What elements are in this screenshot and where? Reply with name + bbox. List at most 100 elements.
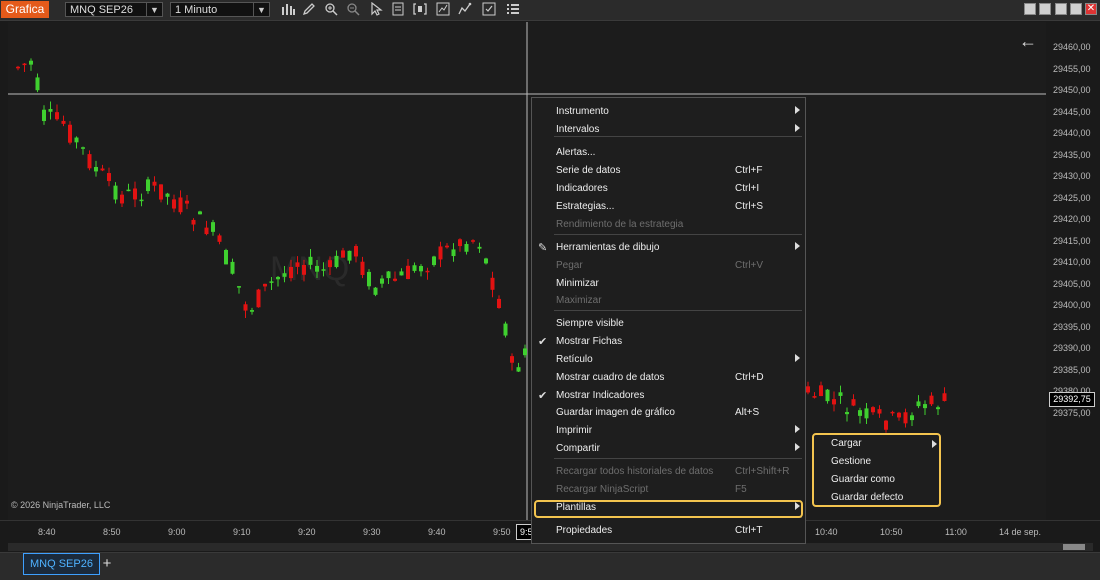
chart-toolbar: Grafica MNQ SEP26 ▼ 1 Minuto ▼ ✕ xyxy=(0,0,1100,21)
chart-tab[interactable]: MNQ SEP26 xyxy=(23,553,100,575)
candle-body xyxy=(217,235,222,242)
scrollbar-thumb[interactable] xyxy=(1063,544,1085,550)
pencil-icon[interactable] xyxy=(301,2,317,18)
candle-body xyxy=(191,219,196,225)
current-price-label: 29392,75 xyxy=(1049,392,1095,407)
restore-icon[interactable] xyxy=(1055,3,1067,15)
menu-item-guardar-imagen-de-gráfico[interactable]: Guardar imagen de gráfico Alt+S xyxy=(532,405,805,422)
candle-body xyxy=(354,246,358,257)
menu-item-shortcut: Alt+S xyxy=(735,407,760,418)
candle-body xyxy=(393,278,397,281)
cursor-icon[interactable] xyxy=(368,1,384,18)
candle-body xyxy=(425,270,430,273)
candle-body xyxy=(386,271,391,279)
candle-body xyxy=(295,262,300,267)
submenu-item-gestione[interactable]: Gestione xyxy=(814,454,939,471)
menu-item-instrumento[interactable]: Instrumento xyxy=(532,104,805,121)
interval-selector[interactable]: 1 Minuto ▼ xyxy=(170,2,270,17)
bracket-icon[interactable] xyxy=(412,2,428,18)
candle-body xyxy=(380,278,384,284)
candle-body xyxy=(321,269,326,271)
template-icon[interactable] xyxy=(481,2,497,18)
menu-item-mostrar-indicadores[interactable]: ✔ Mostrar Indicadores xyxy=(532,388,805,405)
time-tick-label: 8:40 xyxy=(38,527,56,537)
menu-item-shortcut: Ctrl+D xyxy=(735,372,764,383)
candle-body xyxy=(146,179,150,192)
menu-item-mostrar-cuadro-de-datos[interactable]: Mostrar cuadro de datos Ctrl+D xyxy=(532,370,805,387)
candle-body xyxy=(243,304,248,311)
price-tick-label: 29450,00 xyxy=(1053,85,1091,95)
menu-item-siempre-visible[interactable]: Siempre visible xyxy=(532,316,805,333)
candle-body xyxy=(360,261,365,275)
chevron-right-icon xyxy=(932,440,937,448)
candle-body xyxy=(237,286,241,288)
menu-item-estrategias[interactable]: Estrategias... Ctrl+S xyxy=(532,199,805,216)
time-tick-label: 8:50 xyxy=(103,527,121,537)
chevron-right-icon xyxy=(795,354,800,362)
price-axis[interactable] xyxy=(1046,22,1100,520)
instrument-selector[interactable]: MNQ SEP26 ▼ xyxy=(65,2,163,17)
menu-separator xyxy=(554,234,802,235)
horizontal-scrollbar[interactable] xyxy=(8,543,1093,551)
menu-item-minimizar[interactable]: Minimizar xyxy=(532,276,805,293)
candle-body xyxy=(282,273,287,277)
bar-chart-icon[interactable] xyxy=(280,2,296,18)
zoom-in-icon[interactable] xyxy=(323,2,339,18)
data-box-icon[interactable] xyxy=(390,2,406,18)
menu-item-retículo[interactable]: Retículo xyxy=(532,352,805,369)
app-label[interactable]: Grafica xyxy=(1,1,49,18)
menu-item-label: Mostrar Fichas xyxy=(556,336,623,347)
menu-item-serie-de-datos[interactable]: Serie de datos Ctrl+F xyxy=(532,163,805,180)
time-tick-label: 10:40 xyxy=(815,527,838,537)
menu-item-intervalos[interactable]: Intervalos xyxy=(532,122,805,139)
price-tick-label: 29410,00 xyxy=(1053,257,1091,267)
price-tick-label: 29405,00 xyxy=(1053,278,1091,289)
menu-item-pegar: Pegar Ctrl+V xyxy=(532,258,805,275)
candle-body xyxy=(230,261,235,274)
menu-item-rendimiento-de-la-estrategia: Rendimiento de la estrategia xyxy=(532,217,805,234)
candle-body xyxy=(497,298,501,309)
price-tick-label: 29415,00 xyxy=(1053,235,1091,246)
menu-item-indicadores[interactable]: Indicadores Ctrl+I xyxy=(532,181,805,198)
window-option-icon[interactable] xyxy=(1024,3,1036,15)
menu-item-herramientas-de-dibujo[interactable]: ✎ Herramientas de dibujo xyxy=(532,240,805,257)
time-tick-label: 9:50 xyxy=(493,527,511,537)
menu-item-shortcut: Ctrl+F xyxy=(735,165,763,176)
candle-body xyxy=(165,193,170,197)
menu-item-propiedades[interactable]: Propiedades Ctrl+T xyxy=(532,523,805,540)
close-icon[interactable]: ✕ xyxy=(1085,3,1097,15)
candle-body xyxy=(510,356,514,363)
menu-item-compartir[interactable]: Compartir xyxy=(532,441,805,458)
chevron-right-icon xyxy=(795,106,800,114)
menu-item-label: Mostrar cuadro de datos xyxy=(556,372,665,383)
back-arrow-icon[interactable]: ← xyxy=(1018,31,1038,51)
strategy-icon[interactable] xyxy=(457,2,473,18)
candle-body xyxy=(464,244,469,252)
submenu-item-cargar[interactable]: Cargar xyxy=(814,436,939,453)
menu-item-label: Intervalos xyxy=(556,124,600,135)
candle-body xyxy=(864,408,869,419)
chart-trader-icon[interactable] xyxy=(435,2,451,18)
submenu-item-guardar-como[interactable]: Guardar como xyxy=(814,472,939,489)
properties-icon[interactable] xyxy=(505,2,521,18)
submenu-item-label: Guardar defecto xyxy=(831,492,904,503)
minimize-icon[interactable] xyxy=(1039,3,1051,15)
chevron-down-icon: ▼ xyxy=(253,3,269,16)
menu-item-label: Pegar xyxy=(556,260,583,271)
zoom-out-icon[interactable] xyxy=(345,2,361,18)
candle-body xyxy=(347,250,352,261)
add-tab-button[interactable]: + xyxy=(99,555,115,573)
maximize-icon[interactable] xyxy=(1070,3,1082,15)
price-tick-label: 29400,00 xyxy=(1053,300,1091,310)
chevron-down-icon: ▼ xyxy=(146,3,162,16)
price-tick-label: 29390,00 xyxy=(1053,343,1091,353)
candle-body xyxy=(302,264,306,275)
candle-body xyxy=(16,66,20,69)
menu-item-imprimir[interactable]: Imprimir xyxy=(532,423,805,440)
menu-item-mostrar-fichas[interactable]: ✔ Mostrar Fichas xyxy=(532,334,805,351)
menu-item-alertas[interactable]: Alertas... xyxy=(532,145,805,162)
pencil-icon: ✎ xyxy=(538,242,548,254)
submenu-item-guardar-defecto[interactable]: Guardar defecto xyxy=(814,490,939,507)
submenu-item-label: Cargar xyxy=(831,438,862,449)
candle-body xyxy=(458,239,462,247)
